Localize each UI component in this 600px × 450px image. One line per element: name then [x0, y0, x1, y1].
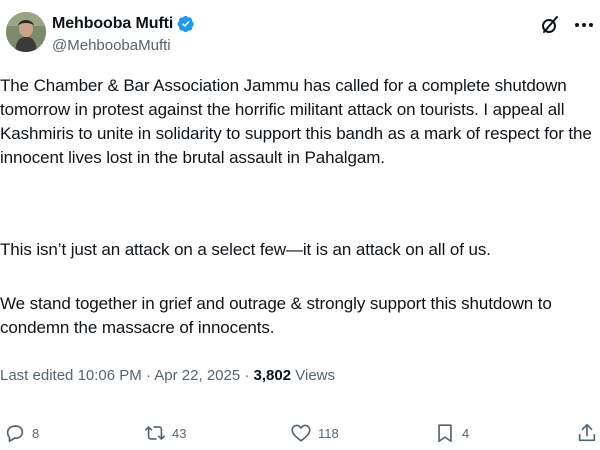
repost-button[interactable]: 43: [144, 422, 186, 444]
repost-icon: [144, 422, 166, 444]
tweet-paragraph: We stand together in grief and outrage &…: [0, 294, 552, 337]
share-button[interactable]: [576, 422, 598, 444]
meta-separator: ·: [141, 367, 155, 384]
bookmark-button[interactable]: 4: [434, 422, 469, 444]
tweet-paragraph: This isn’t just an attack on a select fe…: [0, 240, 491, 259]
views-label: Views: [291, 367, 336, 384]
bookmark-count: 4: [462, 425, 470, 441]
user-handle[interactable]: @MehboobaMufti: [52, 37, 171, 54]
verified-badge-icon: [177, 15, 195, 33]
tweet-date[interactable]: Apr 22, 2025: [154, 367, 240, 384]
avatar[interactable]: [6, 12, 46, 52]
tweet-metadata: Last edited 10:06 PM · Apr 22, 2025 · 3,…: [0, 367, 335, 384]
like-count: 118: [318, 425, 339, 441]
reply-icon: [4, 422, 26, 444]
views-count: 3,802: [253, 367, 292, 384]
meta-separator: ·: [240, 367, 254, 384]
repost-count: 43: [172, 425, 187, 441]
bookmark-icon: [434, 422, 456, 444]
reply-button[interactable]: 8: [4, 422, 39, 444]
display-name[interactable]: Mehbooba Mufti: [52, 15, 173, 33]
tweet-header: Mehbooba Mufti @MehboobaMufti: [0, 0, 600, 62]
like-button[interactable]: 118: [290, 422, 339, 444]
name-row: Mehbooba Mufti: [52, 13, 195, 35]
more-options-icon[interactable]: [572, 14, 596, 36]
tweet-time[interactable]: 10:06 PM: [78, 367, 142, 384]
edited-label[interactable]: Last edited: [0, 367, 78, 384]
action-bar: 8 43 118 4: [0, 418, 600, 450]
reply-count: 8: [32, 425, 40, 441]
grok-icon[interactable]: [540, 15, 560, 35]
tweet-paragraph: The Chamber & Bar Association Jammu has …: [0, 76, 592, 167]
heart-icon: [290, 422, 312, 444]
share-icon: [576, 422, 598, 444]
